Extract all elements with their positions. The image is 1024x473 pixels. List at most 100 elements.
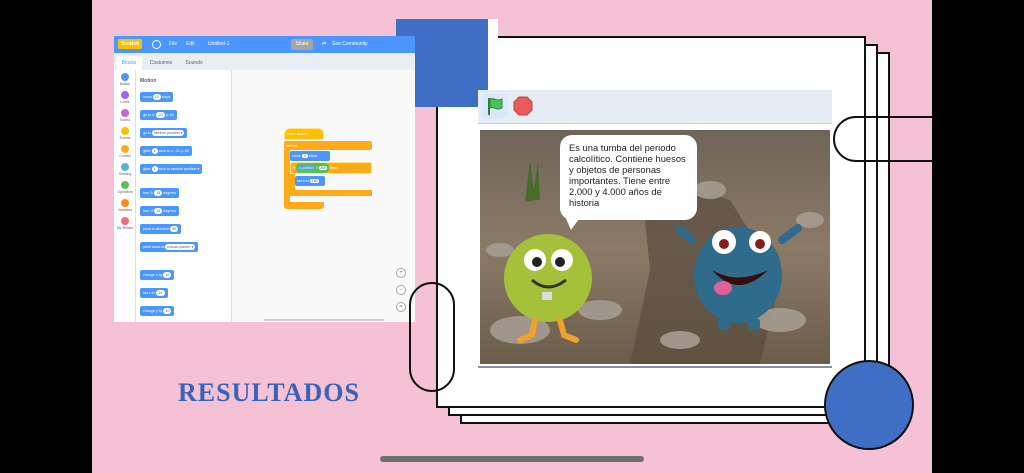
globe-icon[interactable]	[152, 40, 161, 49]
block-value[interactable]: 1	[151, 148, 158, 155]
block-value[interactable]: -21	[155, 112, 165, 119]
stop-button[interactable]	[512, 95, 534, 117]
then-label: then	[330, 166, 338, 170]
block-post: secs to random position ▾	[158, 167, 200, 171]
looks-dot-icon	[121, 91, 129, 99]
tab-costumes[interactable]: Costumes	[146, 56, 176, 70]
move-pre: move	[292, 154, 301, 158]
block-value[interactable]: 10	[163, 308, 172, 315]
block-value[interactable]: 15	[154, 208, 163, 215]
menu-file[interactable]: File	[169, 41, 177, 47]
zoom-in-icon[interactable]: +	[396, 268, 406, 278]
tab-blocks[interactable]: Blocks	[116, 56, 142, 70]
block-value[interactable]: 1	[151, 166, 158, 173]
palette-block[interactable]: glide 1 secs to random position ▾	[140, 164, 203, 174]
category-sound[interactable]: Sound	[114, 109, 136, 122]
forever-block-bottom	[284, 202, 324, 209]
category-control[interactable]: Control	[114, 145, 136, 158]
see-community-button[interactable]: See Community	[332, 41, 368, 47]
zoom-reset-icon[interactable]: =	[396, 302, 406, 312]
palette-block[interactable]: point towards mouse-pointer ▾	[140, 242, 199, 252]
scratch-stage-panel: Es una tumba del periodo calcolítico. Co…	[478, 90, 832, 400]
move-post: steps	[308, 154, 318, 158]
sensing-dot-icon	[121, 163, 129, 171]
block-value[interactable]: -21	[155, 290, 165, 297]
category-looks[interactable]: Looks	[114, 91, 136, 104]
green-flag-button[interactable]	[482, 94, 508, 119]
scratch-logo[interactable]: Scratch	[118, 39, 142, 49]
palette-block[interactable]: go to x: -21 y: 69	[140, 110, 177, 120]
block-value[interactable]: 15	[154, 190, 163, 197]
category-label: Control	[119, 154, 131, 158]
forever-block[interactable]: forever	[284, 141, 372, 150]
category-sensing[interactable]: Sensing	[114, 163, 136, 176]
zoom-out-icon[interactable]: −	[396, 285, 406, 295]
compare-value[interactable]: 260	[319, 166, 328, 170]
stage-bottom-bar	[478, 366, 832, 400]
block-pre: glide	[143, 149, 151, 153]
share-button[interactable]: Share	[291, 39, 313, 50]
block-pre: turn ↺	[143, 209, 154, 213]
palette-block[interactable]: change x by 10	[140, 270, 175, 280]
motion-dot-icon	[121, 73, 129, 81]
block-pre: turn ↻	[143, 191, 154, 195]
block-post: degrees	[163, 209, 177, 213]
category-label: Motion	[119, 82, 131, 86]
palette-block[interactable]: turn ↺ 15 degrees	[140, 206, 180, 216]
project-title[interactable]: Untitled-1	[208, 41, 229, 47]
block-value[interactable]: 10	[163, 272, 172, 279]
workspace-hscrollbar[interactable]	[264, 319, 384, 321]
category-label: Operators	[117, 190, 133, 194]
category-label: Variables	[117, 208, 133, 212]
block-value[interactable]: mouse-pointer ▾	[165, 244, 196, 251]
home-indicator-bar[interactable]	[380, 456, 644, 462]
menu-edit[interactable]: Edit	[186, 41, 195, 47]
palette-block[interactable]: set x to -21	[140, 288, 168, 298]
block-pre: point in direction	[143, 227, 170, 231]
move-value[interactable]: 4	[301, 154, 308, 158]
block-post: degrees	[163, 191, 177, 195]
category-list: Motion Looks Sound Events Control Sensin…	[114, 70, 136, 322]
set-pre: set x to	[297, 179, 309, 183]
slide-title: RESULTADOS	[178, 378, 360, 407]
block-value[interactable]: 10	[152, 94, 161, 101]
category-events[interactable]: Events	[114, 127, 136, 140]
category-variables[interactable]: Variables	[114, 199, 136, 212]
when-flag-clicked-block[interactable]: when clicked	[284, 128, 324, 140]
slide: Scratch File Edit Untitled-1 Share ⇄ See…	[92, 0, 932, 473]
speech-bubble-tail	[565, 216, 581, 230]
category-my-blocks[interactable]: My Blocks	[114, 217, 136, 230]
palette-block[interactable]: point in direction 90	[140, 224, 182, 234]
set-x-block[interactable]: set x to -180	[295, 176, 325, 186]
category-label: Sound	[119, 118, 131, 122]
tab-sounds[interactable]: Sounds	[180, 56, 208, 70]
palette-block[interactable]: change y by 10	[140, 306, 175, 316]
decorative-blue-circle	[824, 360, 914, 450]
sound-dot-icon	[121, 109, 129, 117]
see-community-icon: ⇄	[322, 41, 327, 47]
set-value[interactable]: -180	[309, 179, 319, 183]
script-workspace: when clicked forever move 4 steps if x p…	[232, 70, 415, 322]
green-flag-icon	[488, 98, 503, 115]
move-steps-block[interactable]: move 4 steps	[290, 151, 330, 161]
palette-block[interactable]: move 10 steps	[140, 92, 174, 102]
greater-than-operator[interactable]: x position > 260	[295, 163, 330, 173]
if-block-bottom	[290, 190, 372, 196]
palette-block[interactable]: turn ↻ 15 degrees	[140, 188, 180, 198]
control-dot-icon	[121, 145, 129, 153]
stage-canvas[interactable]: Es una tumba del periodo calcolítico. Co…	[480, 130, 830, 364]
scratch-editor-screenshot: Scratch File Edit Untitled-1 Share ⇄ See…	[114, 36, 415, 322]
block-value[interactable]: random position ▾	[152, 130, 185, 137]
hat-label: when clicked	[287, 132, 308, 136]
if-then-block[interactable]: if x position > 260 then	[290, 162, 372, 174]
block-post: y: 69	[166, 113, 174, 117]
palette-block[interactable]: go to random position ▾	[140, 128, 188, 138]
stage-header	[478, 90, 832, 124]
x-position-reporter[interactable]: x position	[297, 166, 315, 170]
category-operators[interactable]: Operators	[114, 181, 136, 194]
palette-block[interactable]: glide 1 secs to x: -21 y: 69	[140, 146, 192, 156]
category-motion[interactable]: Motion	[114, 73, 136, 86]
editor-tabs: Blocks Costumes Sounds	[114, 53, 415, 70]
block-value[interactable]: 90	[170, 226, 179, 233]
block-pre: glide	[143, 167, 151, 171]
